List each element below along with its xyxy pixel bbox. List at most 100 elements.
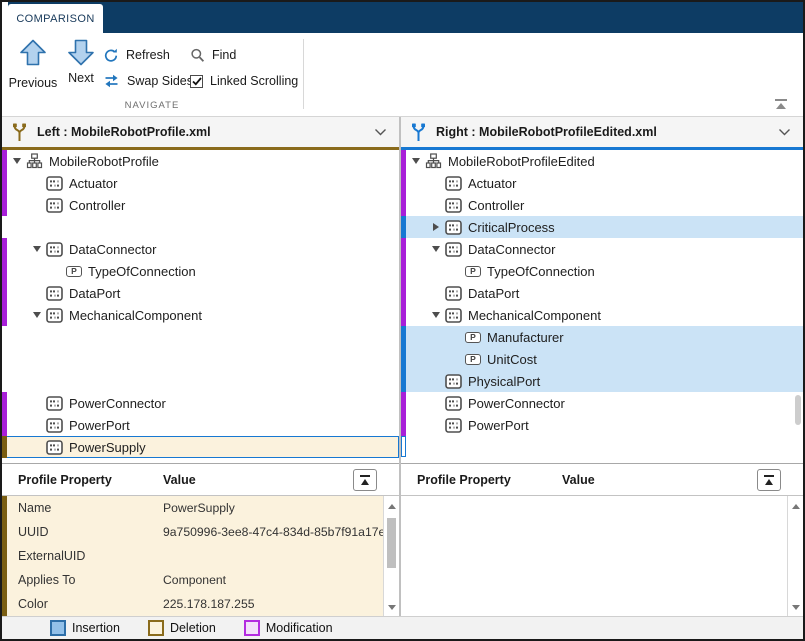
left-property-table-header: Profile Property Value <box>2 464 399 496</box>
right-table-collapse-button[interactable] <box>757 469 781 491</box>
property-row[interactable]: ExternalUID <box>2 544 383 568</box>
right-property-table-body <box>401 496 787 616</box>
tree-item-dataport[interactable]: DataPort <box>2 282 399 304</box>
tree-item-dataconnector[interactable]: DataConnector <box>2 238 399 260</box>
legend-label: Modification <box>266 621 333 635</box>
property-row[interactable]: NamePowerSupply <box>2 496 383 520</box>
tree-item-mobilerobotprofileedited[interactable]: MobileRobotProfileEdited <box>401 150 803 172</box>
collapse-arrow-icon[interactable] <box>409 158 423 164</box>
tab-comparison-label: COMPARISON <box>16 13 94 25</box>
tree-item-label: MobileRobotProfile <box>49 154 159 169</box>
pane-divider[interactable] <box>399 117 401 616</box>
modification-marker <box>2 172 7 194</box>
tree-item-powerconnector[interactable]: PowerConnector <box>401 392 803 414</box>
modification-marker <box>401 414 406 436</box>
tree-item-mobilerobotprofile[interactable]: MobileRobotProfile <box>2 150 399 172</box>
modification-marker <box>401 304 406 326</box>
property-row[interactable]: UUID9a750996-3ee8-47c4-834d-85b7f91a17e0 <box>2 520 383 544</box>
property-row[interactable]: Applies ToComponent <box>2 568 383 592</box>
modification-marker <box>401 172 406 194</box>
right-property-table-header: Profile Property Value <box>401 464 803 496</box>
scroll-down-icon[interactable] <box>384 600 399 614</box>
profile-hierarchy-icon <box>26 153 43 169</box>
scroll-down-icon[interactable] <box>788 600 803 614</box>
stereotype-icon <box>445 242 462 257</box>
expand-arrow-icon[interactable] <box>429 223 443 231</box>
tab-comparison[interactable]: COMPARISON <box>8 4 103 33</box>
profile-hierarchy-icon <box>425 153 442 169</box>
stereotype-icon <box>445 396 462 411</box>
stereotype-icon <box>445 220 462 235</box>
collapse-arrow-icon[interactable] <box>30 246 44 252</box>
tree-item-powerport[interactable]: PowerPort <box>2 414 399 436</box>
find-button[interactable]: Find <box>190 44 236 66</box>
scroll-up-icon[interactable] <box>384 499 399 513</box>
tree-item-powerconnector[interactable]: PowerConnector <box>2 392 399 414</box>
chevron-down-icon-left[interactable] <box>374 128 387 136</box>
insertion-marker <box>401 348 406 370</box>
collapse-arrow-icon[interactable] <box>429 246 443 252</box>
ribbon-toolbar: Previous Next Refresh Swap Sides Find <box>2 33 803 117</box>
tree-item-manufacturer[interactable]: PManufacturer <box>401 326 803 348</box>
tree-item-label: PowerSupply <box>69 440 146 455</box>
legend-label: Deletion <box>170 621 216 635</box>
property-value: 9a750996-3ee8-47c4-834d-85b7f91a17e0 <box>163 525 383 539</box>
right-table-scrollbar[interactable] <box>787 496 803 617</box>
modification-marker <box>2 304 7 326</box>
collapse-ribbon-button[interactable] <box>769 95 793 113</box>
left-pane-header[interactable]: Left : MobileRobotProfile.xml <box>2 117 399 150</box>
collapse-arrow-icon[interactable] <box>429 312 443 318</box>
property-value: PowerSupply <box>163 501 235 515</box>
tree-item-criticalprocess[interactable]: CriticalProcess <box>401 216 803 238</box>
tree-item-actuator[interactable]: Actuator <box>401 172 803 194</box>
tree-item-label: PowerConnector <box>468 396 565 411</box>
property-p-icon: P <box>66 266 82 277</box>
tree-blank-row <box>401 436 803 458</box>
tree-item-mechanicalcomponent[interactable]: MechanicalComponent <box>401 304 803 326</box>
tree-item-actuator[interactable]: Actuator <box>2 172 399 194</box>
find-label: Find <box>212 48 236 62</box>
modification-marker <box>2 194 7 216</box>
tree-item-label: DataPort <box>468 286 519 301</box>
right-property-column-header: Profile Property <box>417 473 511 487</box>
tree-item-controller[interactable]: Controller <box>401 194 803 216</box>
tree-item-typeofconnection[interactable]: PTypeOfConnection <box>401 260 803 282</box>
modification-marker <box>2 282 7 304</box>
tree-item-label: Controller <box>468 198 524 213</box>
legend-label: Insertion <box>72 621 120 635</box>
linked-scrolling-checkbox[interactable]: Linked Scrolling <box>190 70 298 92</box>
legend-item-deletion: Deletion <box>148 620 216 636</box>
tree-item-powersupply[interactable]: PowerSupply <box>2 436 399 458</box>
tree-item-unitcost[interactable]: PUnitCost <box>401 348 803 370</box>
property-row[interactable]: Color225.178.187.255 <box>2 592 383 616</box>
collapse-pane-icon <box>764 475 774 485</box>
swap-sides-button[interactable]: Swap Sides <box>103 70 193 92</box>
tree-item-label: Actuator <box>69 176 117 191</box>
tree-item-label: MechanicalComponent <box>468 308 601 323</box>
right-pane-header[interactable]: Right : MobileRobotProfileEdited.xml <box>401 117 803 150</box>
stereotype-icon <box>46 176 63 191</box>
previous-button[interactable]: Previous <box>8 39 58 97</box>
left-table-scrollbar-thumb[interactable] <box>387 518 396 568</box>
stereotype-icon <box>46 286 63 301</box>
right-tree: MobileRobotProfileEditedActuator Controll… <box>401 150 803 463</box>
tree-item-powerport[interactable]: PowerPort <box>401 414 803 436</box>
next-button[interactable]: Next <box>61 39 101 97</box>
collapse-arrow-icon[interactable] <box>10 158 24 164</box>
tree-item-mechanicalcomponent[interactable]: MechanicalComponent <box>2 304 399 326</box>
tree-item-physicalport[interactable]: PhysicalPort <box>401 370 803 392</box>
tree-item-typeofconnection[interactable]: PTypeOfConnection <box>2 260 399 282</box>
scroll-up-icon[interactable] <box>788 499 803 513</box>
tree-item-dataconnector[interactable]: DataConnector <box>401 238 803 260</box>
refresh-button[interactable]: Refresh <box>103 44 170 66</box>
modification-marker <box>401 194 406 216</box>
tree-item-dataport[interactable]: DataPort <box>401 282 803 304</box>
tree-item-controller[interactable]: Controller <box>2 194 399 216</box>
chevron-down-icon-right[interactable] <box>778 128 791 136</box>
tree-blank-row <box>2 370 399 392</box>
left-table-collapse-button[interactable] <box>353 469 377 491</box>
modification-marker <box>401 282 406 304</box>
left-table-scrollbar[interactable] <box>383 496 399 617</box>
stereotype-icon <box>445 374 462 389</box>
collapse-arrow-icon[interactable] <box>30 312 44 318</box>
